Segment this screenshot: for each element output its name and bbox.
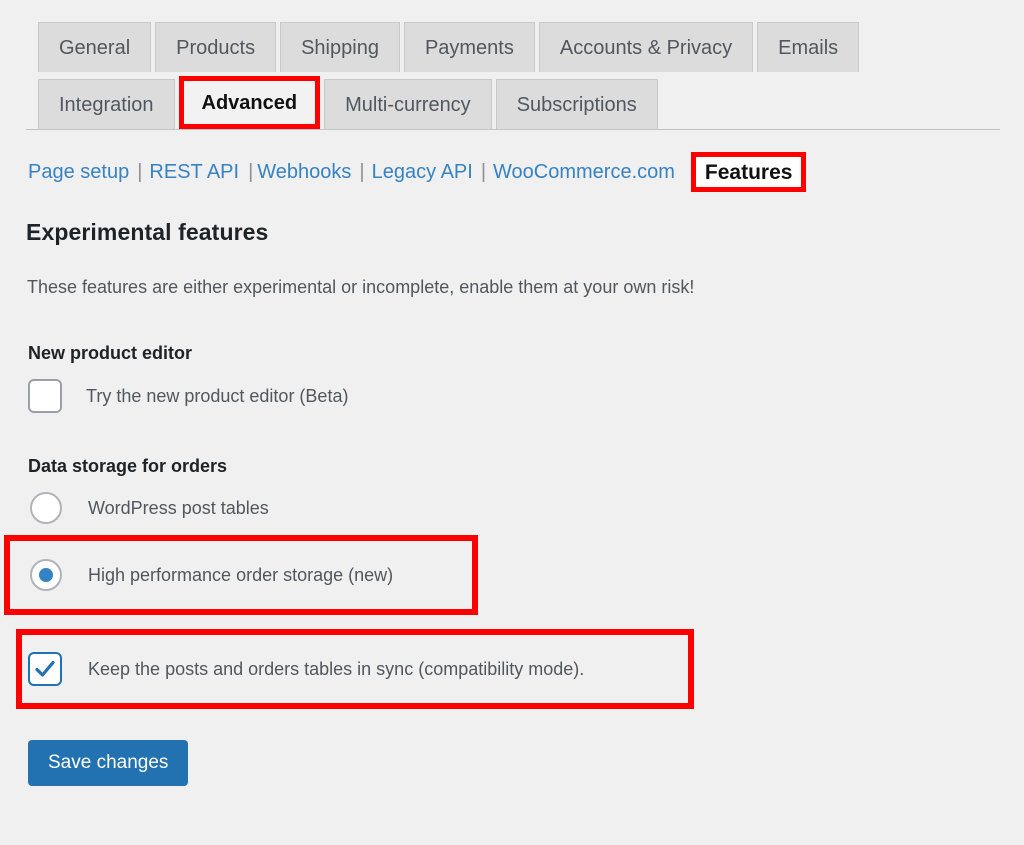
section-title-new-product-editor: New product editor xyxy=(28,343,193,363)
tab-accounts-privacy[interactable]: Accounts & Privacy xyxy=(538,22,754,72)
page-description: These features are either experimental o… xyxy=(27,277,695,297)
radio-high-performance-order-storage[interactable] xyxy=(30,559,62,591)
settings-tab-row-secondary: Integration Advanced Multi-currency Subs… xyxy=(0,76,1024,129)
tab-multi-currency[interactable]: Multi-currency xyxy=(324,79,492,129)
settings-tab-row-primary: General Products Shipping Payments Accou… xyxy=(0,22,1024,72)
option-row-new-product-editor[interactable]: Try the new product editor (Beta) xyxy=(28,379,348,413)
tab-general[interactable]: General xyxy=(38,22,152,72)
subnav-link-features-highlight: Features xyxy=(690,152,807,192)
subnav-separator: | xyxy=(248,160,254,183)
tab-payments[interactable]: Payments xyxy=(403,22,535,72)
tab-advanced-highlight: Advanced xyxy=(178,76,321,129)
subnav: Page setup | REST API | Webhooks | Legac… xyxy=(28,152,807,192)
tab-shipping[interactable]: Shipping xyxy=(280,22,400,72)
radio-label-high-performance-order-storage: High performance order storage (new) xyxy=(88,564,394,585)
subnav-link-rest-api[interactable]: REST API xyxy=(149,161,239,184)
option-row-compatibility-mode[interactable]: Keep the posts and orders tables in sync… xyxy=(28,652,584,686)
option-row-high-performance-order-storage[interactable]: High performance order storage (new) xyxy=(30,559,393,591)
subnav-link-webhooks[interactable]: Webhooks xyxy=(257,161,351,184)
radio-label-wordpress-post-tables: WordPress post tables xyxy=(88,497,269,518)
option-row-wordpress-post-tables[interactable]: WordPress post tables xyxy=(30,492,269,524)
radio-wordpress-post-tables[interactable] xyxy=(30,492,62,524)
tab-subscriptions[interactable]: Subscriptions xyxy=(495,79,658,129)
tab-advanced[interactable]: Advanced xyxy=(183,81,316,124)
subnav-link-page-setup[interactable]: Page setup xyxy=(28,161,129,184)
subnav-link-features[interactable]: Features xyxy=(705,161,793,184)
subnav-link-woocommerce-com[interactable]: WooCommerce.com xyxy=(493,161,675,184)
checkbox-compatibility-mode[interactable] xyxy=(28,652,62,686)
settings-tabs: General Products Shipping Payments Accou… xyxy=(0,0,1024,129)
checkmark-icon xyxy=(35,660,55,677)
subnav-separator: | xyxy=(137,160,143,183)
page-title: Experimental features xyxy=(26,219,269,245)
checkbox-label-compatibility-mode: Keep the posts and orders tables in sync… xyxy=(88,658,585,679)
subnav-separator: | xyxy=(480,160,487,183)
save-changes-button[interactable]: Save changes xyxy=(28,740,189,786)
subnav-separator: | xyxy=(359,160,365,183)
tabs-divider xyxy=(26,129,1000,130)
tab-integration[interactable]: Integration xyxy=(38,79,175,129)
tab-emails[interactable]: Emails xyxy=(757,22,860,72)
subnav-link-legacy-api[interactable]: Legacy API xyxy=(372,161,473,184)
section-title-data-storage: Data storage for orders xyxy=(28,456,228,476)
checkbox-label-new-product-editor: Try the new product editor (Beta) xyxy=(86,385,349,406)
checkbox-new-product-editor[interactable] xyxy=(28,379,62,413)
tab-products[interactable]: Products xyxy=(155,22,277,72)
